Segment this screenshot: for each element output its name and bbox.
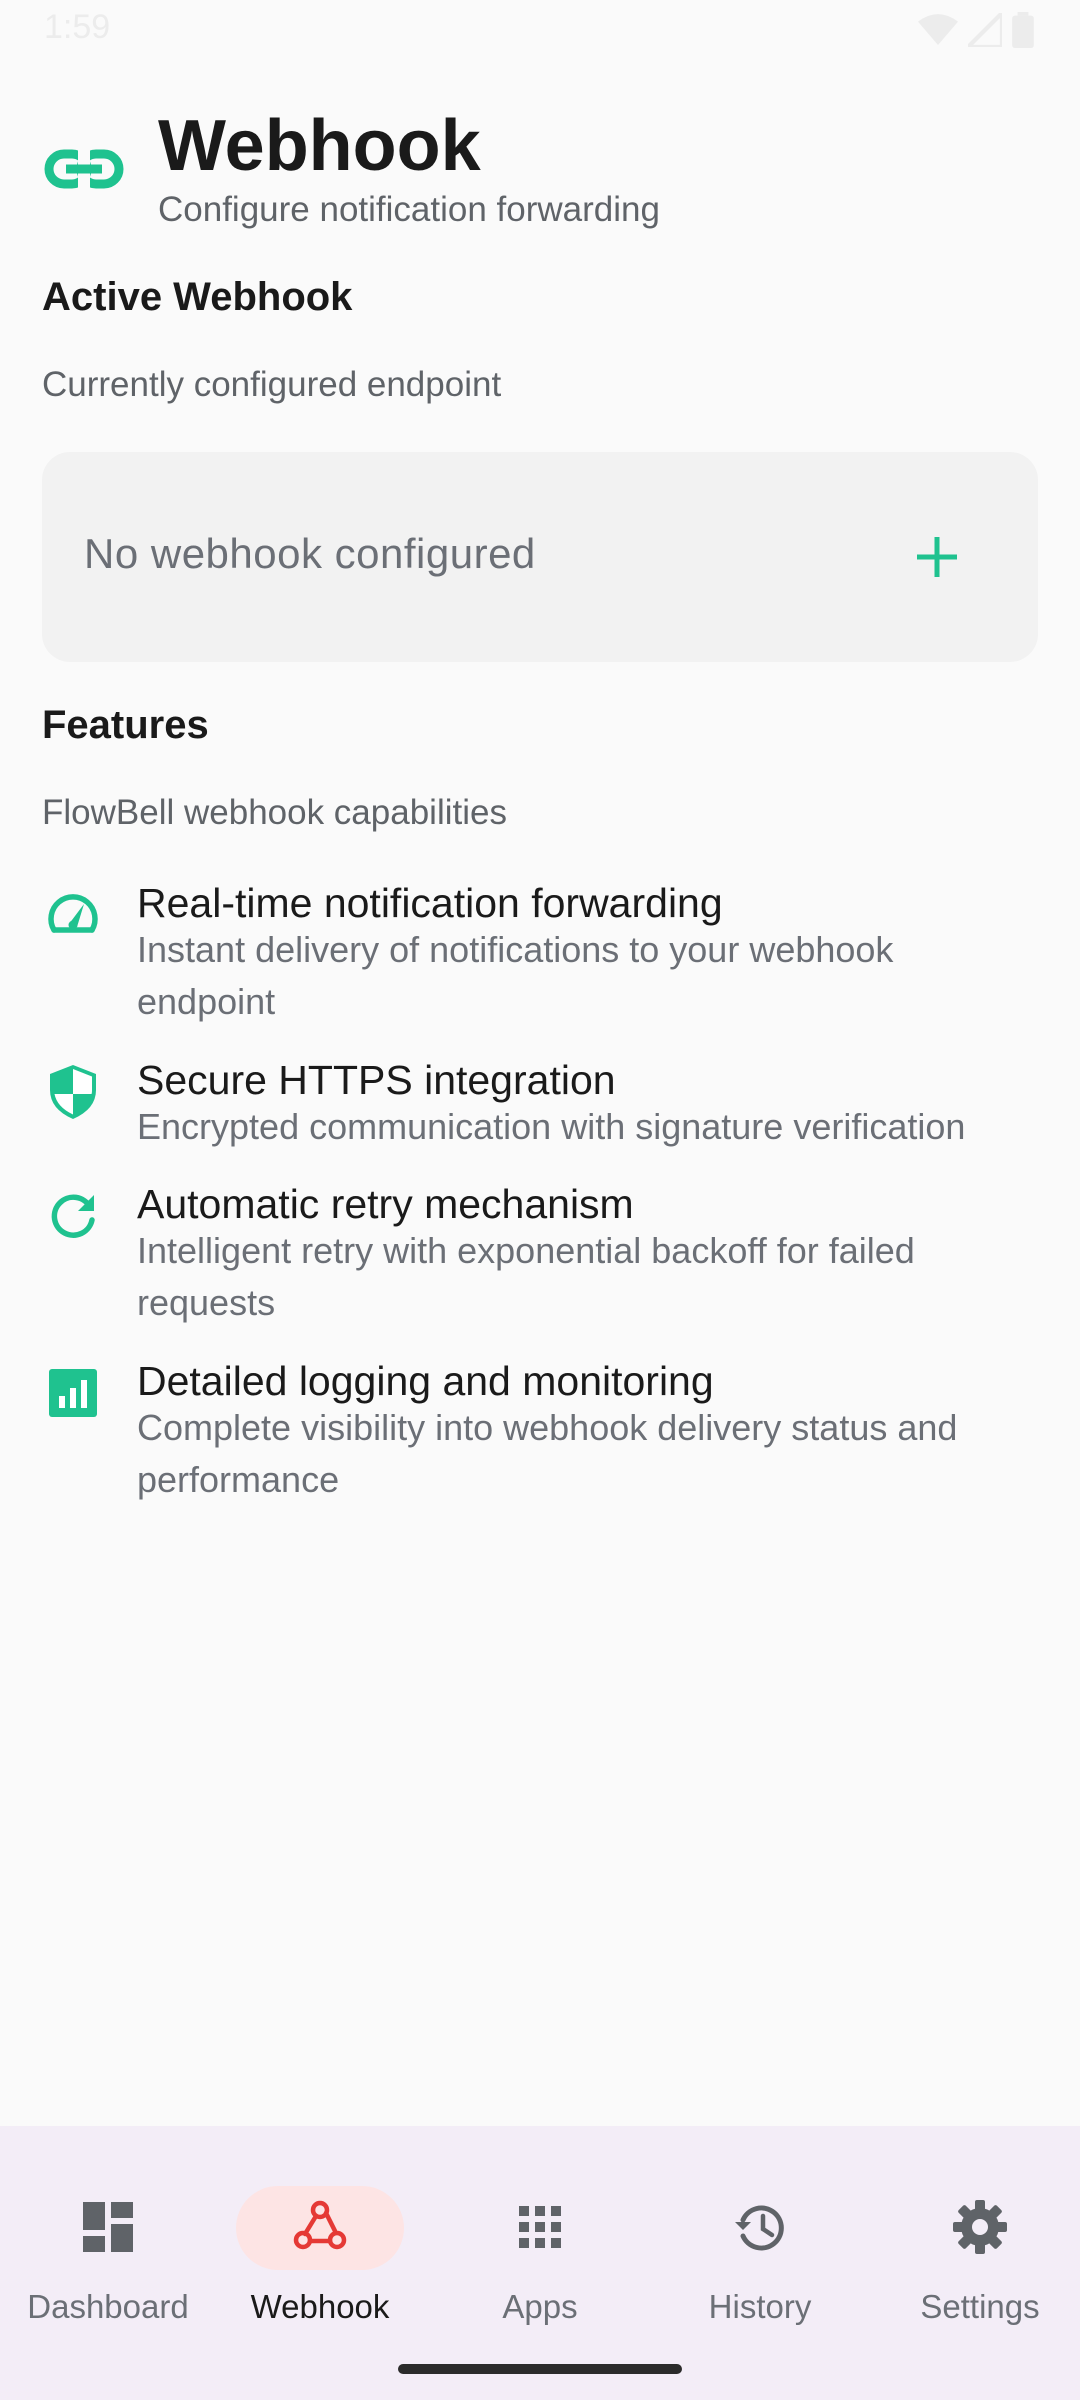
page-header: Webhook Configure notification forwardin… [0,100,1080,250]
battery-icon [1012,12,1034,48]
refresh-icon [51,1194,95,1238]
nav-item-dashboard[interactable]: Dashboard [0,2156,216,2325]
wifi-icon [918,14,958,45]
nav-label: Settings [920,2288,1040,2325]
add-webhook-button[interactable] [892,512,982,602]
nav-item-history[interactable]: History [652,2156,868,2325]
page-title: Webhook [158,106,481,186]
home-indicator [398,2364,682,2374]
nav-label: Apps [502,2288,578,2325]
plus-icon [917,537,957,577]
analytics-icon [49,1369,97,1417]
nav-item-webhook[interactable]: Webhook [212,2156,428,2325]
feature-description: Intelligent retry with exponential backo… [137,1230,915,1323]
gear-icon [953,2200,1007,2254]
feature-item-realtime: Real-time notification forwarding Instan… [0,878,1080,1028]
feature-description: Complete visibility into webhook deliver… [137,1407,958,1500]
nav-label: Webhook [250,2288,390,2325]
nav-label: History [708,2288,812,2325]
feature-title: Detailed logging and monitoring [137,1358,714,1404]
status-bar: 1:59 [0,0,1080,60]
page-subtitle: Configure notification forwarding [158,190,660,229]
status-time: 1:59 [44,8,111,46]
feature-title: Automatic retry mechanism [137,1181,634,1227]
feature-item-https: Secure HTTPS integration Encrypted commu… [0,1055,1080,1155]
active-webhook-heading: Active Webhook [42,275,353,319]
active-webhook-description: Currently configured endpoint [42,365,502,404]
feature-description: Instant delivery of notifications to you… [137,929,894,1022]
bottom-navigation: Dashboard Webhook Apps History Settings [0,2126,1080,2400]
nav-item-settings[interactable]: Settings [872,2156,1080,2325]
feature-description: Encrypted communication with signature v… [137,1106,966,1147]
features-description: FlowBell webhook capabilities [42,793,507,832]
dashboard-icon [83,2202,133,2252]
link-icon [44,148,124,190]
webhook-screen: 1:59 Webhook Configure notification forw… [0,0,1080,2400]
nav-label: Dashboard [27,2288,189,2325]
feature-title: Real-time notification forwarding [137,880,723,926]
status-icons [918,12,1034,48]
feature-item-retry: Automatic retry mechanism Intelligent re… [0,1179,1080,1329]
history-icon [735,2205,784,2251]
features-heading: Features [42,703,209,747]
webhook-card: No webhook configured [42,452,1038,662]
webhook-icon [293,2200,347,2250]
speedometer-icon [48,894,98,933]
signal-icon [968,13,1002,47]
nav-item-apps[interactable]: Apps [432,2156,648,2325]
feature-item-logging: Detailed logging and monitoring Complete… [0,1356,1080,1506]
feature-title: Secure HTTPS integration [137,1057,616,1103]
apps-grid-icon [519,2206,561,2248]
shield-icon [50,1065,96,1119]
webhook-empty-state: No webhook configured [84,530,536,577]
